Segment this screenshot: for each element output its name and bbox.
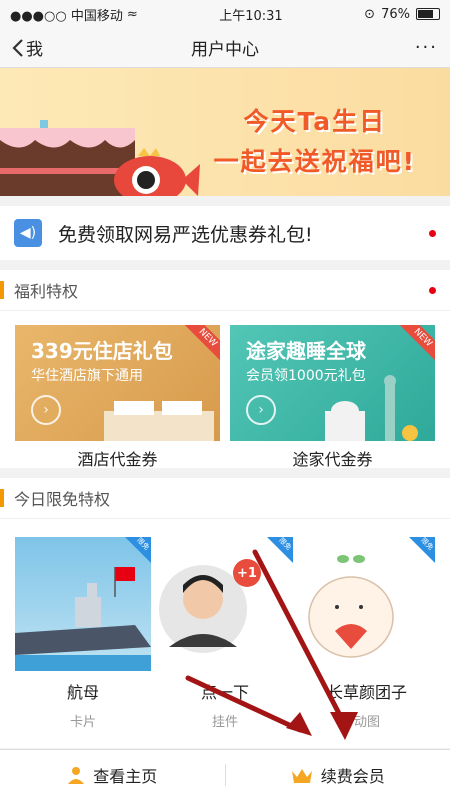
section-title: 福利特权 — [14, 282, 79, 301]
renew-membership-button[interactable]: 续费会员 — [226, 763, 450, 787]
card-caption: 酒店代金券 — [77, 450, 158, 469]
free-item-click-pendant[interactable]: +1 限免 点一下 挂件 — [157, 537, 293, 730]
welfare-section: 福利特权 339元住店礼包 华住酒店旗下通用 › NEW 酒店代金券 途家趣睡全… — [0, 270, 450, 469]
hotel-coupon-image: 339元住店礼包 华住酒店旗下通用 › NEW — [15, 325, 220, 441]
person-icon — [68, 767, 85, 784]
card-headline: 339元住店礼包 — [31, 339, 173, 363]
banner-headline: 今天Ta生日 — [243, 107, 387, 136]
back-label: 我 — [26, 40, 43, 60]
notice-text: 免费领取网易严选优惠券礼包! — [58, 223, 313, 246]
tujia-coupon-card[interactable]: 途家趣睡全球 会员领1000元礼包 › NEW 途家代金券 — [230, 325, 435, 479]
chevron-left-icon — [12, 38, 23, 57]
new-badge: NEW — [395, 325, 435, 365]
carrier-label: ●●●○○ 中国移动 — [10, 8, 123, 24]
unread-dot — [429, 229, 436, 237]
banner-subline: 一起去送祝福吧! — [213, 147, 416, 176]
battery-percent: 76% — [381, 6, 410, 22]
tuanzi-image: 限免 — [299, 537, 435, 671]
crown-icon — [291, 769, 312, 783]
speaker-icon: ◀) — [14, 219, 42, 247]
free-today-section: 今日限免特权 限免 航母 卡片 +1 限免 点一下 挂件 限免 长草颜团子 动图 — [0, 478, 450, 748]
card-headline: 途家趣睡全球 — [246, 339, 366, 363]
tujia-coupon-image: 途家趣睡全球 会员领1000元礼包 › NEW — [230, 325, 435, 441]
section-header: 今日限免特权 — [0, 478, 450, 519]
clock: 上午10:31 — [219, 8, 283, 24]
item-type: 动图 — [353, 715, 380, 730]
item-type: 挂件 — [211, 715, 238, 730]
new-badge: NEW — [180, 325, 220, 365]
back-button[interactable]: 我 — [12, 35, 43, 60]
section-header: 福利特权 — [0, 270, 450, 311]
pendant-image: +1 限免 — [157, 537, 293, 671]
section-accent — [0, 281, 4, 299]
section-title: 今日限免特权 — [14, 490, 111, 509]
battery-icon — [415, 8, 440, 20]
item-name: 航母 — [66, 683, 99, 702]
free-item-carrier-card[interactable]: 限免 航母 卡片 — [15, 537, 151, 730]
nav-bar: 我 用户中心 ··· — [0, 28, 450, 68]
rotation-lock-icon: ⊙ — [364, 6, 376, 22]
chevron-right-icon: › — [31, 395, 61, 425]
landmarks-illustration — [325, 375, 418, 441]
status-bar: ●●●○○ 中国移动 ≈ 上午10:31 ⊙ 76% — [0, 0, 450, 28]
more-menu-button[interactable]: ··· — [415, 37, 438, 58]
coupon-notice[interactable]: ◀) 免费领取网易严选优惠券礼包! — [0, 206, 450, 260]
wifi-icon: ≈ — [126, 6, 138, 22]
unread-dot — [429, 286, 436, 294]
bottom-bar: 查看主页 续费会员 — [0, 749, 450, 800]
chevron-right-icon: › — [246, 395, 276, 425]
plus-one-badge: +1 — [233, 559, 261, 587]
section-accent — [0, 489, 4, 507]
page-title: 用户中心 — [191, 40, 259, 60]
view-homepage-button[interactable]: 查看主页 — [0, 763, 225, 787]
carrier-card-image: 限免 — [15, 537, 151, 671]
birthday-banner[interactable]: 今天Ta生日 一起去送祝福吧! — [0, 68, 450, 196]
fish-mascot-illustration — [114, 148, 200, 196]
card-subtitle: 华住酒店旗下通用 — [31, 368, 143, 384]
item-name: 点一下 — [200, 683, 249, 702]
card-caption: 途家代金券 — [292, 450, 373, 469]
item-type: 卡片 — [69, 715, 96, 730]
hotel-coupon-card[interactable]: 339元住店礼包 华住酒店旗下通用 › NEW 酒店代金券 — [15, 325, 220, 479]
item-name: 长草颜团子 — [326, 683, 407, 702]
bed-illustration — [104, 401, 214, 441]
renew-membership-label: 续费会员 — [320, 767, 385, 786]
free-item-tuanzi-gif[interactable]: 限免 长草颜团子 动图 — [299, 537, 435, 730]
view-homepage-label: 查看主页 — [93, 767, 158, 786]
